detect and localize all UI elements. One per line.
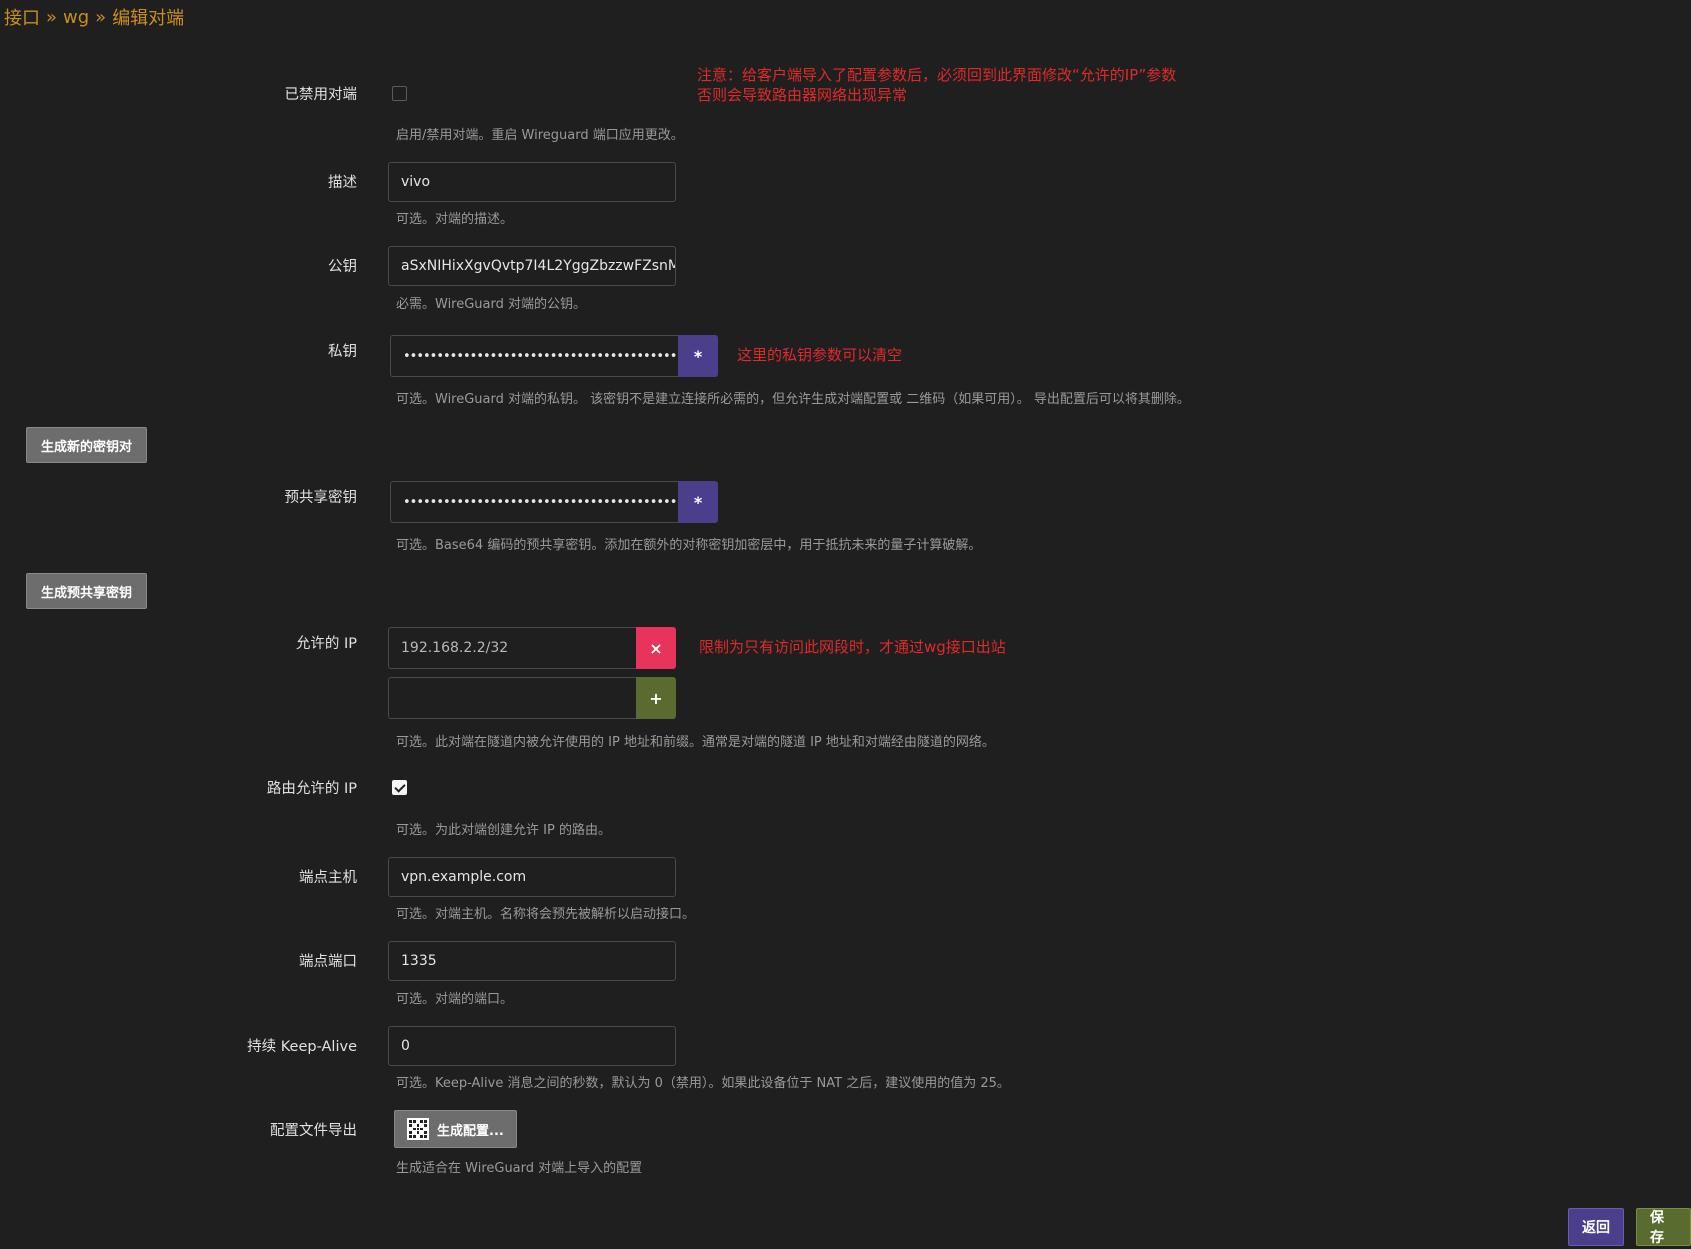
generate-config-button[interactable]: 生成配置... [394,1110,517,1148]
allowed-ips-label: 允许的 IP [295,636,357,652]
private-key-field: ••••••••••••••••••••••••••••••••••••••••… [390,335,718,377]
breadcrumb-interfaces[interactable]: 接口 [4,4,40,30]
endpoint-host-input[interactable]: vpn.example.com [388,857,676,897]
preshared-key-field: ••••••••••••••••••••••••••••••••••••••••… [390,481,718,523]
route-allowed-ips-checkbox[interactable] [392,780,407,795]
private-key-help: 可选。WireGuard 对端的私钥。 该密钥不是建立连接所必需的，但允许生成对… [396,392,1190,407]
preshared-key-help: 可选。Base64 编码的预共享密钥。添加在额外的对称密钥加密层中，用于抵抗未来… [396,538,982,553]
breadcrumb-separator: » [95,6,107,28]
generate-keypair-button[interactable]: 生成新的密钥对 [26,427,148,463]
disabled-peer-checkbox[interactable] [392,86,407,101]
endpoint-port-input[interactable]: 1335 [388,941,676,981]
private-key-label: 私钥 [328,344,357,360]
endpoint-host-help: 可选。对端主机。名称将会预先被解析以启动接口。 [396,907,696,922]
endpoint-host-label: 端点主机 [299,870,357,886]
endpoint-port-help: 可选。对端的端口。 [396,992,514,1007]
annotation-note-top-1: 注意：给客户端导入了配置参数后，必须回到此界面修改“允许的IP”参数 [697,66,1177,84]
route-allowed-ips-help: 可选。为此对端创建允许 IP 的路由。 [396,823,611,838]
endpoint-port-label: 端点端口 [299,954,357,970]
annotation-note-top-2: 否则会导致路由器网络出现异常 [697,86,908,104]
keepalive-label: 持续 Keep-Alive [247,1039,357,1055]
preshared-key-input[interactable]: ••••••••••••••••••••••••••••••••••••••••… [390,481,678,523]
public-key-help: 必需。WireGuard 对端的公钥。 [396,297,587,312]
breadcrumb: 接口 » wg » 编辑对端 [4,4,184,30]
description-label: 描述 [328,175,357,191]
description-input[interactable]: vivo [388,162,676,202]
annotation-note-allowed-ip: 限制为只有访问此网段时，才通过wg接口出站 [699,638,1006,656]
route-allowed-ips-label: 路由允许的 IP [266,781,357,797]
config-export-label: 配置文件导出 [270,1123,357,1139]
disabled-peer-label: 已禁用对端 [284,87,358,103]
generate-psk-button[interactable]: 生成预共享密钥 [26,573,148,609]
breadcrumb-edit-peer: 编辑对端 [112,8,185,29]
remove-ip-button[interactable]: × [636,627,676,669]
preshared-key-label: 预共享密钥 [284,490,358,506]
back-button[interactable]: 返回 [1568,1208,1624,1246]
annotation-note-private-key: 这里的私钥参数可以清空 [737,346,903,364]
description-help: 可选。对端的描述。 [396,212,514,227]
save-button[interactable]: 保存 [1636,1208,1691,1246]
allowed-ip-new-input[interactable] [388,677,636,719]
private-key-input[interactable]: ••••••••••••••••••••••••••••••••••••••••… [390,335,678,377]
allowed-ip-input[interactable]: 192.168.2.2/32 [388,627,636,669]
keepalive-help: 可选。Keep-Alive 消息之间的秒数，默认为 0（禁用）。如果此设备位于 … [396,1076,1010,1091]
allowed-ips-help: 可选。此对端在隧道内被允许使用的 IP 地址和前缀。通常是对端的隧道 IP 地址… [396,735,995,750]
breadcrumb-wg[interactable]: wg [63,7,89,28]
public-key-input[interactable]: aSxNIHixXgvQvtp7I4L2YggZbzzwFZsnMib [388,246,676,286]
generate-config-label: 生成配置... [437,1123,504,1139]
config-export-help: 生成适合在 WireGuard 对端上导入的配置 [396,1161,643,1176]
keepalive-input[interactable]: 0 [388,1026,676,1066]
qr-code-icon [407,1118,429,1140]
preshared-key-reveal-button[interactable]: * [678,481,718,523]
allowed-ip-row: 192.168.2.2/32 × [388,627,676,669]
add-ip-button[interactable]: + [636,677,676,719]
breadcrumb-separator: » [46,6,58,28]
public-key-label: 公钥 [328,259,357,275]
allowed-ip-new-row: + [388,677,676,719]
private-key-reveal-button[interactable]: * [678,335,718,377]
disabled-peer-help: 启用/禁用对端。重启 Wireguard 端口应用更改。 [396,128,684,143]
